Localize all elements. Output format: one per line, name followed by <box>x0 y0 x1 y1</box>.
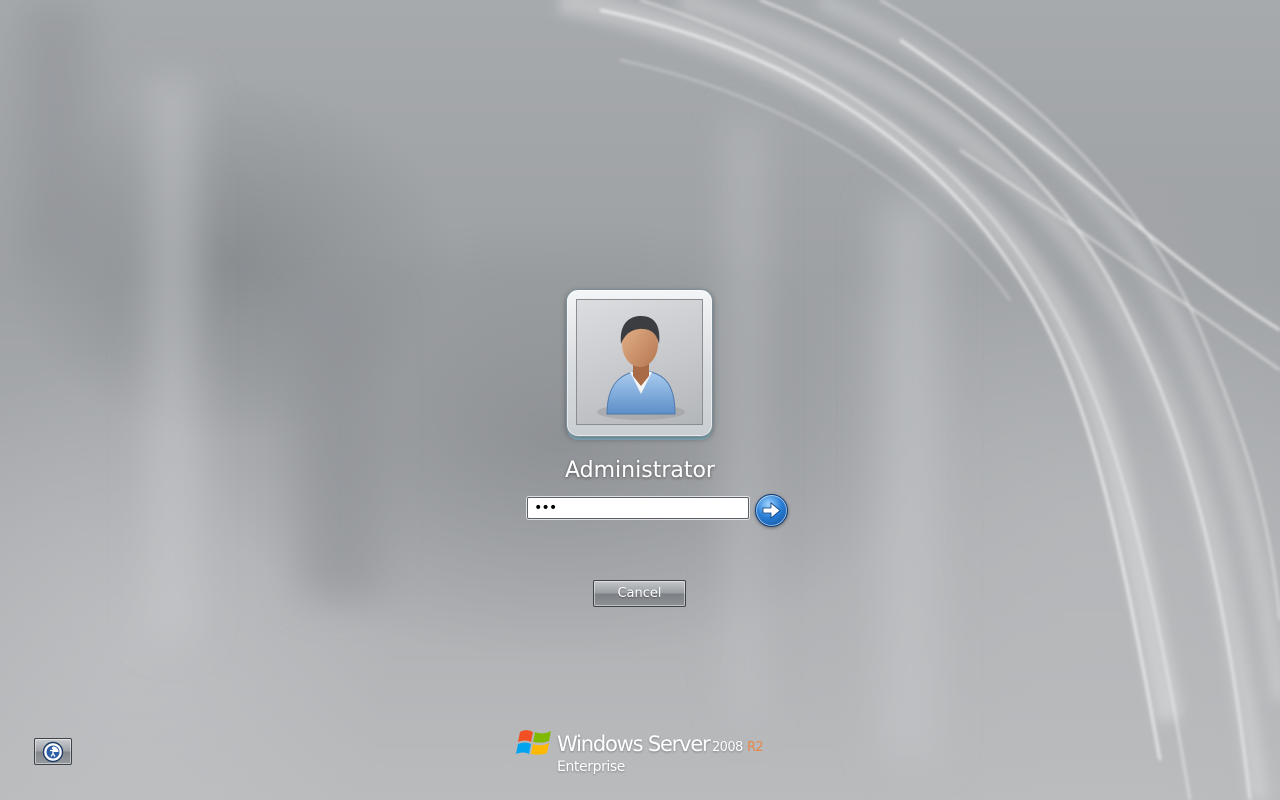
submit-button[interactable] <box>755 494 788 527</box>
cancel-button[interactable]: Cancel <box>593 580 686 607</box>
user-name-label: Administrator <box>565 458 715 483</box>
password-field[interactable] <box>527 497 749 519</box>
logon-screen: { "user": { "name": "Administrator", "av… <box>0 0 1280 800</box>
product-name: Windows Server <box>557 732 711 756</box>
product-version: 2008 <box>712 740 743 755</box>
product-edition: Enterprise <box>557 759 626 775</box>
product-release: R2 <box>747 740 764 755</box>
windows-flag-icon <box>516 730 551 755</box>
arrow-right-icon <box>762 502 781 519</box>
user-tile <box>566 289 713 437</box>
product-branding: Windows Server 2008 R2 Enterprise <box>516 725 776 780</box>
ease-of-access-button[interactable] <box>34 738 72 765</box>
user-avatar-icon <box>597 316 685 420</box>
ease-of-access-icon <box>42 741 64 763</box>
avatar-frame <box>576 299 703 425</box>
